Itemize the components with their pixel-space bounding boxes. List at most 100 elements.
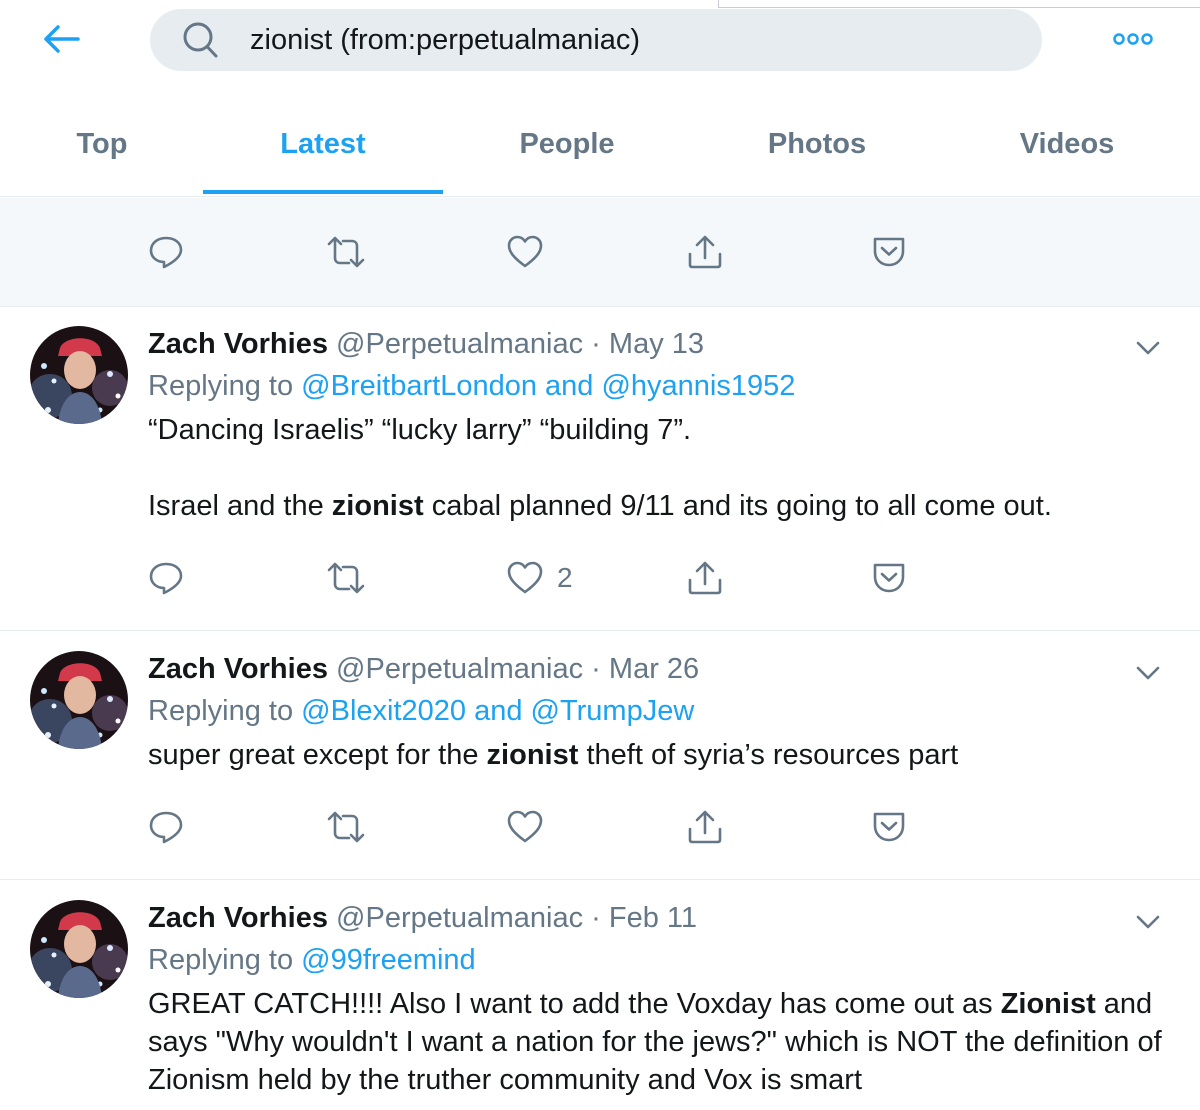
back-arrow-icon xyxy=(44,25,80,53)
text-segment: cabal planned 9/11 and its going to all … xyxy=(431,490,1052,522)
tweet-text-line: Israel and the zionist cabal planned 9/1… xyxy=(148,487,1168,525)
tab-latest[interactable]: Latest xyxy=(203,96,443,192)
save-pocket-button[interactable] xyxy=(871,222,907,282)
reply-button[interactable] xyxy=(148,797,184,857)
tweet-date[interactable]: May 13 xyxy=(609,328,704,360)
tab-videos[interactable]: Videos xyxy=(970,96,1164,192)
chevron-down-icon[interactable] xyxy=(1130,661,1166,685)
heart-icon xyxy=(507,561,543,594)
user-handle[interactable]: @Perpetualmaniac xyxy=(336,902,583,934)
share-button[interactable] xyxy=(686,797,724,857)
tweet-text: “Dancing Israelis” “lucky larry” “buildi… xyxy=(148,411,1168,525)
share-icon xyxy=(688,810,722,844)
tweet-text-line: “Dancing Israelis” “lucky larry” “buildi… xyxy=(148,414,692,446)
highlighted-term: Zionist xyxy=(1000,988,1096,1020)
more-icon xyxy=(1113,33,1153,45)
display-name[interactable]: Zach Vorhies xyxy=(148,328,328,360)
tweet-date[interactable]: Mar 26 xyxy=(609,653,699,685)
tweet[interactable]: Zach Vorhies @Perpetualmaniac · Feb 11 R… xyxy=(0,880,1200,1110)
profile-photo xyxy=(30,326,128,424)
text-segment: Israel and the xyxy=(148,490,324,522)
replying-to-label: Replying to xyxy=(148,370,294,402)
search-tabs: Top Latest People Photos Videos xyxy=(0,96,1200,197)
tab-photos[interactable]: Photos xyxy=(720,96,914,192)
active-tab-indicator xyxy=(203,190,443,194)
previous-tweet-actions xyxy=(0,198,1200,307)
separator-dot: · xyxy=(591,902,601,934)
retweet-icon xyxy=(327,562,365,594)
retweet-button[interactable] xyxy=(326,222,366,282)
tweet-actions: 2 xyxy=(0,548,1200,608)
replying-and-label[interactable]: and xyxy=(474,695,522,727)
mention-link[interactable]: @Blexit2020 xyxy=(301,695,466,727)
retweet-icon xyxy=(327,811,365,843)
save-pocket-button[interactable] xyxy=(871,797,907,857)
retweet-icon xyxy=(327,236,365,268)
tab-top[interactable]: Top xyxy=(40,96,164,192)
mention-link[interactable]: @BreitbartLondon xyxy=(301,370,537,402)
like-button[interactable] xyxy=(507,797,543,857)
share-button[interactable] xyxy=(686,222,724,282)
save-pocket-button[interactable] xyxy=(871,548,907,608)
tweet-actions xyxy=(0,222,1200,282)
share-button[interactable] xyxy=(686,548,724,608)
heart-icon xyxy=(507,235,543,268)
display-name[interactable]: Zach Vorhies xyxy=(148,902,328,934)
heart-icon xyxy=(507,810,543,843)
profile-photo xyxy=(30,900,128,998)
separator-dot: · xyxy=(591,653,601,685)
replying-to: Replying to @BreitbartLondon and @hyanni… xyxy=(148,370,795,403)
back-button[interactable] xyxy=(38,18,84,60)
more-options-button[interactable] xyxy=(1108,26,1158,52)
mention-link[interactable]: @99freemind xyxy=(301,944,476,976)
replying-to: Replying to @99freemind xyxy=(148,944,476,977)
share-icon xyxy=(688,561,722,595)
search-input[interactable] xyxy=(250,20,1010,60)
retweet-button[interactable] xyxy=(326,797,366,857)
tweet[interactable]: Zach Vorhies @Perpetualmaniac · May 13 R… xyxy=(0,306,1200,631)
mention-link[interactable]: @TrumpJew xyxy=(531,695,695,727)
profile-photo xyxy=(30,651,128,749)
reply-icon xyxy=(149,236,183,269)
tweet-header: Zach Vorhies @Perpetualmaniac · Mar 26 xyxy=(148,653,699,686)
text-segment: theft of syria’s resources part xyxy=(586,739,959,771)
text-segment: GREAT CATCH!!!! Also I want to add the V… xyxy=(148,988,993,1020)
search-header xyxy=(0,0,1200,90)
tab-people[interactable]: People xyxy=(470,96,664,192)
like-button[interactable]: 2 xyxy=(507,548,573,608)
reply-button[interactable] xyxy=(148,222,184,282)
text-segment: super great except for the xyxy=(148,739,479,771)
display-name[interactable]: Zach Vorhies xyxy=(148,653,328,685)
tweet-header: Zach Vorhies @Perpetualmaniac · May 13 xyxy=(148,328,704,361)
reply-icon xyxy=(149,562,183,595)
tweet-text-line: super great except for the zionist theft… xyxy=(148,736,1168,774)
chevron-down-icon[interactable] xyxy=(1130,910,1166,934)
replying-to: Replying to @Blexit2020 and @TrumpJew xyxy=(148,695,694,728)
replying-and-label[interactable]: and xyxy=(545,370,593,402)
pocket-icon xyxy=(873,563,905,593)
user-handle[interactable]: @Perpetualmaniac xyxy=(336,653,583,685)
replying-to-label: Replying to xyxy=(148,944,294,976)
highlighted-term: zionist xyxy=(331,490,424,522)
share-icon xyxy=(688,235,722,269)
highlighted-term: zionist xyxy=(486,739,579,771)
reply-icon xyxy=(149,811,183,844)
chevron-down-icon[interactable] xyxy=(1130,336,1166,360)
tweet[interactable]: Zach Vorhies @Perpetualmaniac · Mar 26 R… xyxy=(0,631,1200,880)
tweet-text: GREAT CATCH!!!! Also I want to add the V… xyxy=(148,985,1168,1099)
avatar[interactable] xyxy=(30,651,128,749)
tweet-date[interactable]: Feb 11 xyxy=(609,902,697,934)
avatar[interactable] xyxy=(30,900,128,998)
tweet-actions xyxy=(0,797,1200,857)
mention-link[interactable]: @hyannis1952 xyxy=(601,370,795,402)
search-icon xyxy=(183,22,218,58)
reply-button[interactable] xyxy=(148,548,184,608)
tweet-header: Zach Vorhies @Perpetualmaniac · Feb 11 xyxy=(148,902,697,935)
tweet-text: super great except for the zionist theft… xyxy=(148,736,1168,774)
avatar[interactable] xyxy=(30,326,128,424)
pocket-icon xyxy=(873,237,905,267)
like-button[interactable] xyxy=(507,222,543,282)
user-handle[interactable]: @Perpetualmaniac xyxy=(336,328,583,360)
retweet-button[interactable] xyxy=(326,548,366,608)
separator-dot: · xyxy=(591,328,601,360)
